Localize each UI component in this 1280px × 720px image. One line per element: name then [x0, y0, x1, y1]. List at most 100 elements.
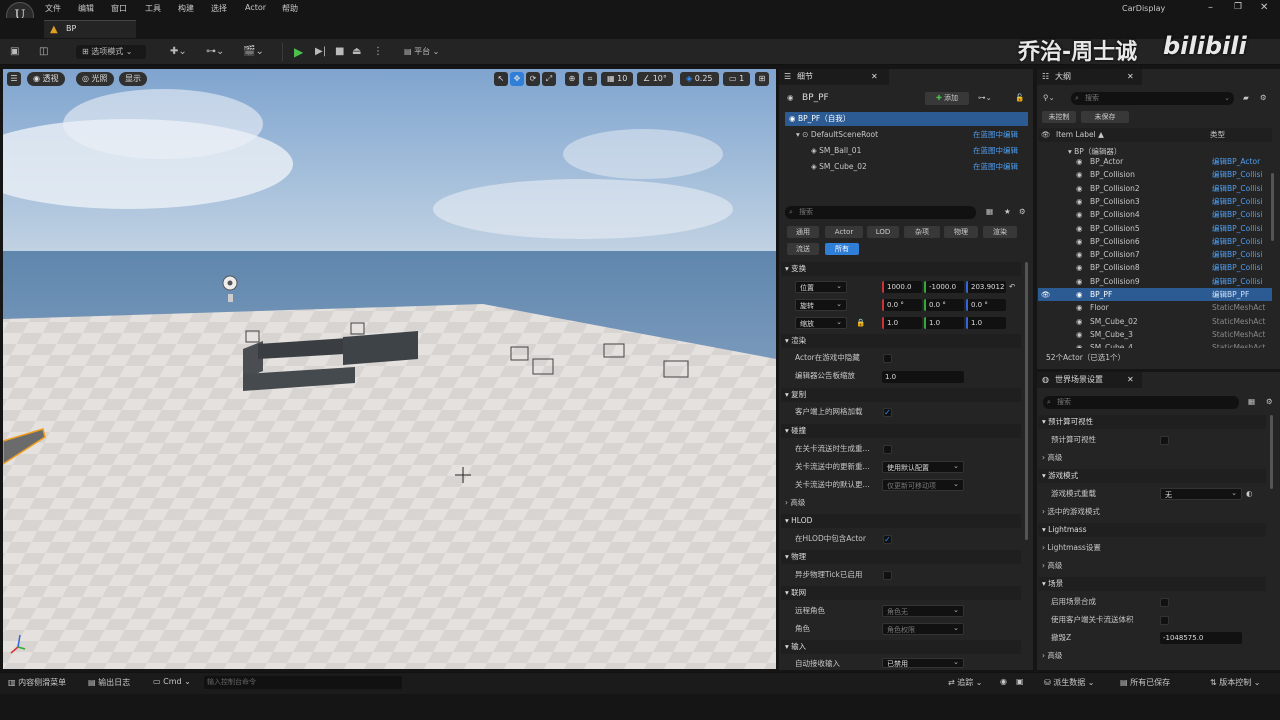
grid-snap[interactable]: ▦ 10	[601, 72, 634, 86]
filter-all[interactable]: 所有	[825, 243, 859, 255]
eye-icon[interactable]: 👁	[1041, 288, 1051, 301]
billboard-scale-input[interactable]: 1.0	[882, 371, 964, 383]
world-checkbox[interactable]	[1160, 436, 1169, 445]
close-tab-icon[interactable]: ✕	[1127, 372, 1134, 388]
scale-icon[interactable]: ⤢	[542, 72, 556, 86]
scale-y-input[interactable]: 1.0	[924, 317, 964, 329]
world-subsection[interactable]: › 高级	[1042, 451, 1062, 465]
world-section[interactable]: ▾ 预计算可视性	[1038, 415, 1266, 429]
scale-snap[interactable]: ◈ 0.25	[680, 72, 719, 86]
section-input[interactable]: ▾ 输入	[781, 640, 1021, 654]
camera-icon[interactable]: ▣	[1016, 677, 1024, 686]
rotation-y-input[interactable]: 0.0 °	[924, 299, 964, 311]
show-button[interactable]: 显示	[119, 72, 147, 86]
menu-tools[interactable]: 工具	[145, 3, 161, 14]
trace-button[interactable]: ⇄ 追踪 ⌄	[948, 677, 983, 688]
favorite-icon[interactable]: ★	[1004, 205, 1011, 219]
settings-icon[interactable]: ⚙	[1260, 91, 1267, 105]
section-rendering[interactable]: ▾ 渲染	[781, 334, 1021, 348]
world-subsection[interactable]: › Lightmass设置	[1042, 541, 1101, 555]
outliner-row[interactable]: ◉ SM_Cube_4 StaticMeshAct	[1038, 341, 1272, 348]
lock-icon[interactable]: 🔓	[1015, 91, 1024, 105]
rotation-dropdown[interactable]: 旋转	[795, 298, 847, 311]
browse-icon[interactable]: ◫	[39, 45, 48, 59]
browse-icon[interactable]: ◐	[1246, 487, 1253, 501]
filter-icon[interactable]: ⚲⌄	[1043, 91, 1055, 105]
translate-icon[interactable]: ✥	[510, 72, 524, 86]
location-y-input[interactable]: -1000.0	[924, 281, 964, 293]
close-tab-icon[interactable]: ✕	[871, 69, 878, 85]
component-row[interactable]: ◈ SM_Ball_01	[811, 144, 861, 158]
grid-view-icon[interactable]: ▦	[1248, 395, 1255, 409]
surface-snap-icon[interactable]: ⌗	[583, 72, 597, 86]
outliner-row[interactable]: ◉ SM_Cube_3 StaticMeshAct	[1038, 328, 1272, 341]
section-replication[interactable]: ▾ 复制	[781, 388, 1021, 402]
world-subsection[interactable]: › 选中的游戏模式	[1042, 505, 1100, 519]
output-log-button[interactable]: ▤ 输出日志	[88, 677, 130, 688]
outliner-row[interactable]: ◉ BP_Collision3 编辑BP_Collisi	[1038, 195, 1272, 208]
world-checkbox[interactable]	[1160, 598, 1169, 607]
hidden-in-game-checkbox[interactable]	[883, 354, 892, 363]
maximize-viewport-icon[interactable]: ⊞	[755, 72, 769, 86]
add-component-button[interactable]: ✚ 添加	[925, 92, 969, 105]
cinematics-icon[interactable]: 🎬⌄	[243, 45, 264, 59]
component-row[interactable]: ▾ ⊙ DefaultSceneRoot	[796, 128, 878, 142]
record-icon[interactable]: ◉	[1000, 677, 1007, 686]
menu-actor[interactable]: Actor	[245, 3, 266, 12]
outliner-row[interactable]: ◉ Floor StaticMeshAct	[1038, 301, 1272, 314]
filter-streaming[interactable]: 流送	[787, 243, 819, 255]
outliner-row[interactable]: ◉ BP_Collision8 编辑BP_Collisi	[1038, 261, 1272, 274]
platform-menu[interactable]: ▤ 平台 ⌄	[404, 45, 439, 59]
filter-actor[interactable]: Actor	[825, 226, 863, 238]
component-self[interactable]: ◉ BP_PF（自我）	[785, 112, 1028, 126]
blueprint-icon[interactable]: ⊶⌄	[206, 45, 224, 59]
level-viewport[interactable]: ☰ ◉ 透视 ◎ 光照 显示 ↖ ✥ ⟳ ⤢ ⊕ ⌗ ▦ 10 ∠ 10° ◈ …	[3, 69, 776, 669]
column-type[interactable]: 类型	[1210, 128, 1225, 142]
outliner-row[interactable]: ◉ BP_Actor 编辑BP_Actor	[1038, 155, 1272, 168]
menu-edit[interactable]: 编辑	[78, 3, 94, 14]
world-settings-tab[interactable]: ◍ 世界场景设置 ✕	[1037, 372, 1142, 388]
world-section[interactable]: ▾ 场景	[1038, 577, 1266, 591]
close-tab-icon[interactable]: ✕	[1127, 69, 1134, 85]
outliner-row[interactable]: ◉ BP_Collision9 编辑BP_Collisi	[1038, 275, 1272, 288]
location-z-input[interactable]: 203.9012	[966, 281, 1006, 293]
scale-dropdown[interactable]: 缩放	[795, 316, 847, 329]
world-checkbox[interactable]	[1160, 616, 1169, 625]
camera-speed[interactable]: ▭ 1	[723, 72, 751, 86]
outliner-row[interactable]: ◉ BP_Collision 编辑BP_Collisi	[1038, 168, 1272, 181]
remote-role-dropdown[interactable]: 角色无	[882, 604, 964, 617]
mode-select[interactable]: ⊞ 选项模式 ⌄	[76, 45, 146, 59]
auto-input-dropdown[interactable]: 已禁用	[882, 657, 964, 668]
menu-select[interactable]: 选择	[211, 3, 227, 14]
play-icon[interactable]: ▶	[294, 45, 303, 59]
column-item-label[interactable]: Item Label ▲	[1056, 128, 1104, 142]
location-x-input[interactable]: 1000.0	[882, 281, 922, 293]
outliner-row[interactable]: ◉ BP_Collision6 编辑BP_Collisi	[1038, 235, 1272, 248]
section-hlod[interactable]: ▾ HLOD	[781, 514, 1021, 528]
generate-overlap-checkbox[interactable]	[883, 445, 892, 454]
world-section[interactable]: ▾ 游戏模式	[1038, 469, 1266, 483]
outliner-row[interactable]: ◉ SM_Cube_02 StaticMeshAct	[1038, 315, 1272, 328]
filter-lod[interactable]: LOD	[867, 226, 899, 238]
derived-data-button[interactable]: ⛁ 派生数据 ⌄	[1044, 677, 1095, 688]
settings-icon[interactable]: ⚙	[1266, 395, 1273, 409]
details-tab[interactable]: ☰ 细节 ✕	[779, 69, 889, 85]
advanced-expander[interactable]: › 高级	[785, 496, 805, 510]
world-search-input[interactable]: ⌕ 搜索	[1043, 396, 1239, 409]
add-folder-icon[interactable]: ▰	[1243, 91, 1249, 105]
world-scrollbar[interactable]	[1270, 415, 1273, 489]
edit-in-blueprint-link[interactable]: 在蓝图中编辑	[973, 160, 1018, 174]
eye-icon[interactable]: 👁	[1041, 128, 1051, 142]
add-actor-icon[interactable]: ✚⌄	[170, 45, 187, 59]
step-icon[interactable]: ▶|	[315, 45, 326, 59]
eject-icon[interactable]: ⏏	[352, 45, 361, 59]
filter-misc[interactable]: 杂项	[904, 226, 940, 238]
update-overlap-dropdown[interactable]: 使用默认配置	[882, 460, 964, 473]
source-control-button[interactable]: ⇅ 版本控制 ⌄	[1210, 677, 1261, 688]
settings-icon[interactable]: ⚙	[1019, 205, 1026, 219]
grid-view-icon[interactable]: ▦	[986, 205, 993, 219]
unsaved-button[interactable]: 未保存	[1081, 111, 1129, 123]
close-window-icon[interactable]: ✕	[1260, 2, 1268, 13]
game-mode-dropdown[interactable]: 无	[1160, 487, 1242, 500]
blueprint-options-icon[interactable]: ⊶⌄	[978, 91, 992, 105]
